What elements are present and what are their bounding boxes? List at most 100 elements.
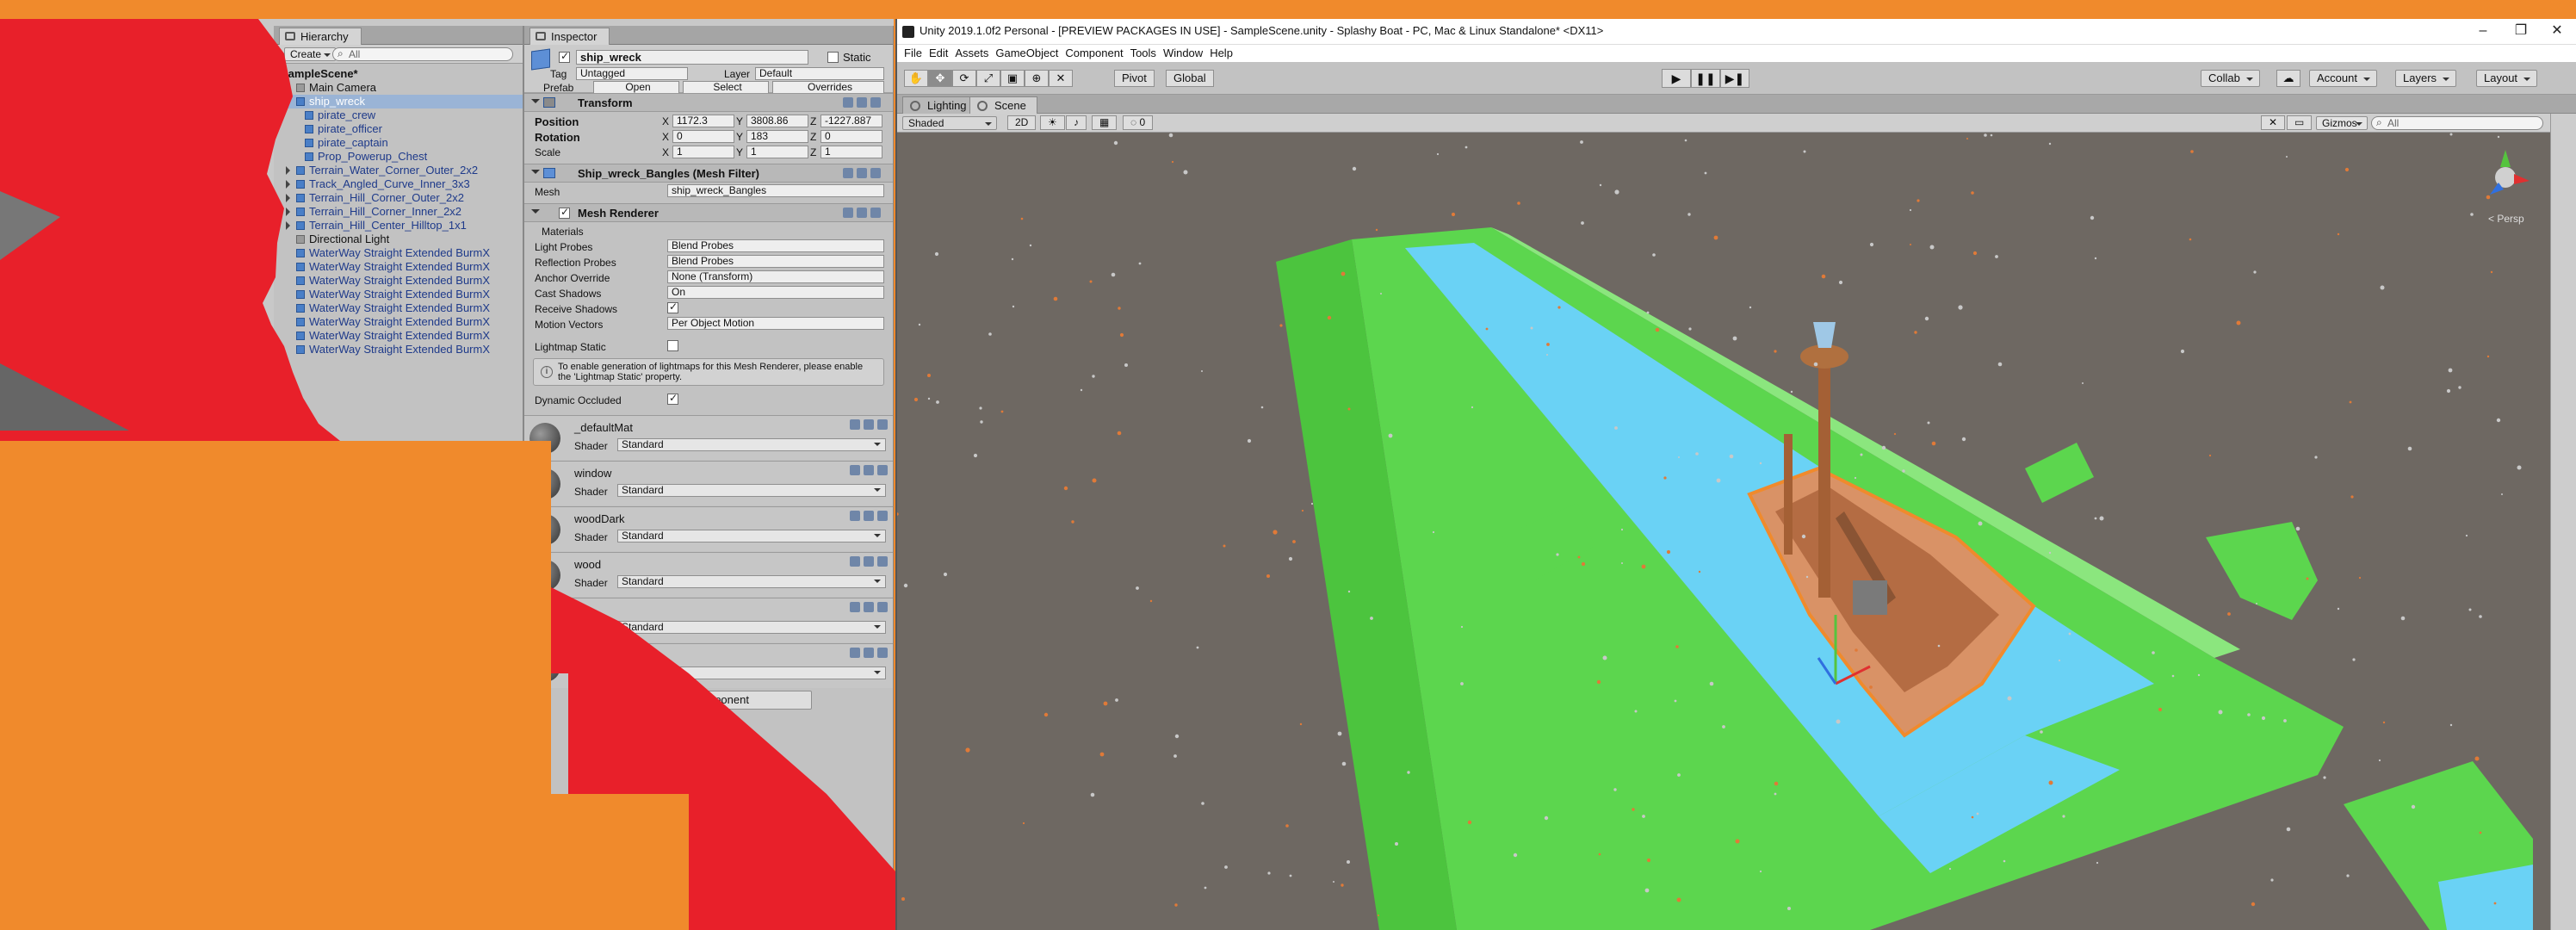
scene-viewport[interactable]: < Persp — [897, 133, 2550, 930]
particle-dot — [1201, 802, 1204, 805]
pause-button[interactable]: ❚❚ — [1691, 69, 1720, 88]
particle-dot — [1341, 761, 1347, 766]
menu-item[interactable]: GameObject — [995, 45, 1058, 62]
particle-dot — [1347, 860, 1350, 864]
menu-item[interactable]: File — [904, 45, 922, 62]
particle-dot — [1301, 509, 1304, 512]
particle-dot — [1790, 390, 1793, 394]
particle-dot — [1113, 140, 1118, 146]
menu-item[interactable]: Edit — [929, 45, 948, 62]
pivot-toggle[interactable]: Pivot — [1114, 70, 1155, 87]
rotate-tool-button[interactable]: ⟳ — [952, 70, 976, 87]
layout-label: Layout — [2484, 71, 2518, 84]
particle-dot — [2286, 156, 2288, 158]
particle-dot — [2048, 780, 2053, 785]
collab-dropdown[interactable]: Collab — [2201, 70, 2260, 87]
global-toggle[interactable]: Global — [1166, 70, 1214, 87]
menu-item[interactable]: Component — [1065, 45, 1123, 62]
menu-item[interactable]: Window — [1163, 45, 1203, 62]
particle-dot — [1266, 574, 1270, 578]
move-tool-button[interactable]: ✥ — [928, 70, 952, 87]
particle-dot — [1115, 698, 1118, 702]
particle-dot — [1684, 139, 1687, 142]
particle-dot — [1676, 897, 1681, 902]
particle-dot — [1310, 502, 1314, 505]
particle-dot — [1460, 682, 1464, 685]
rect-tool-button[interactable]: ▣ — [1000, 70, 1025, 87]
tab-scene[interactable]: Scene — [969, 96, 1037, 114]
gizmos-dropdown[interactable]: Gizmos — [2316, 116, 2368, 130]
particle-dot — [1695, 452, 1699, 456]
particle-dot — [2158, 707, 2163, 712]
particle-dot — [1224, 865, 1228, 869]
particle-dot — [1860, 453, 1863, 456]
camera-icon[interactable]: ▭ — [2287, 115, 2313, 130]
scale-tool-button[interactable]: ⤢ — [976, 70, 1000, 87]
particle-dot — [1099, 752, 1105, 757]
right-scrollbar[interactable] — [2550, 114, 2576, 930]
particle-dot — [1716, 478, 1721, 483]
cloud-icon[interactable]: ☁ — [2276, 70, 2300, 87]
particle-dot — [1513, 852, 1518, 858]
particle-dot — [1000, 410, 1004, 413]
hand-tool-button[interactable]: ✋ — [904, 70, 928, 87]
particle-dot — [2496, 418, 2501, 423]
2d-toggle[interactable]: 2D — [1007, 115, 1037, 130]
menu-item[interactable]: Help — [1210, 45, 1233, 62]
minimize-button[interactable]: – — [2466, 21, 2500, 41]
particle-dot — [1436, 152, 1440, 156]
particle-dot — [1138, 262, 1142, 265]
particle-dot — [1333, 881, 1334, 883]
particle-dot — [1931, 441, 1936, 446]
particle-dot — [1698, 570, 1701, 574]
layout-dropdown[interactable]: Layout — [2476, 70, 2538, 87]
particle-dot — [1614, 189, 1619, 195]
close-button[interactable]: ✕ — [2540, 21, 2574, 41]
particle-dot — [1063, 486, 1068, 491]
persp-label[interactable]: < Persp — [2488, 213, 2524, 225]
particle-dot — [1341, 271, 1346, 276]
hidden-objects-toggle[interactable]: ◌ 0 — [1123, 115, 1154, 130]
step-button[interactable]: ▶❚ — [1720, 69, 1749, 88]
particle-dot — [1352, 166, 1357, 171]
particle-dot — [943, 572, 948, 577]
shading-mode-dropdown[interactable]: Shaded — [902, 116, 997, 130]
transform-tool-button[interactable]: ⊕ — [1025, 70, 1049, 87]
account-dropdown[interactable]: Account — [2309, 70, 2377, 87]
particle-dot — [1632, 808, 1635, 811]
particle-dot — [1556, 553, 1559, 556]
effects-dropdown[interactable]: ▦ — [1092, 115, 1118, 130]
particle-dot — [1759, 462, 1762, 465]
particle-dot — [2501, 493, 2503, 495]
particle-dot — [2337, 232, 2340, 236]
menu-item[interactable]: Tools — [1130, 45, 1156, 62]
particle-dot — [2007, 696, 2012, 701]
layers-dropdown[interactable]: Layers — [2395, 70, 2457, 87]
collab-label: Collab — [2208, 71, 2240, 84]
particle-dot — [979, 406, 982, 410]
particle-dot — [1902, 469, 1905, 473]
particle-dot — [1787, 907, 1791, 910]
particle-dot — [1204, 886, 1207, 890]
particle-dot — [1071, 520, 1074, 524]
particle-dot — [2337, 607, 2340, 611]
custom-tool-button[interactable]: ✕ — [1049, 70, 1073, 87]
particle-dot — [1546, 354, 1548, 356]
particle-dot — [2058, 659, 2061, 662]
particle-dot — [1914, 331, 1917, 334]
menu-item[interactable]: Assets — [955, 45, 988, 62]
play-button[interactable]: ▶ — [1662, 69, 1691, 88]
particle-dot — [1299, 722, 1303, 726]
tab-lighting[interactable]: Lighting — [902, 96, 978, 114]
tools-icon[interactable]: ✕ — [2261, 115, 2286, 130]
lighting-toggle[interactable]: ☀ — [1040, 115, 1065, 130]
particle-dot — [1966, 138, 1968, 140]
particle-dot — [1961, 437, 1966, 442]
ship-cannon — [1853, 580, 1887, 615]
particle-dot — [2190, 150, 2194, 153]
particle-dot — [1687, 213, 1691, 216]
particle-dot — [1614, 426, 1618, 430]
maximize-button[interactable]: ❐ — [2504, 21, 2538, 41]
scene-search-input[interactable]: All — [2371, 116, 2543, 130]
audio-toggle[interactable]: ♪ — [1066, 115, 1087, 130]
